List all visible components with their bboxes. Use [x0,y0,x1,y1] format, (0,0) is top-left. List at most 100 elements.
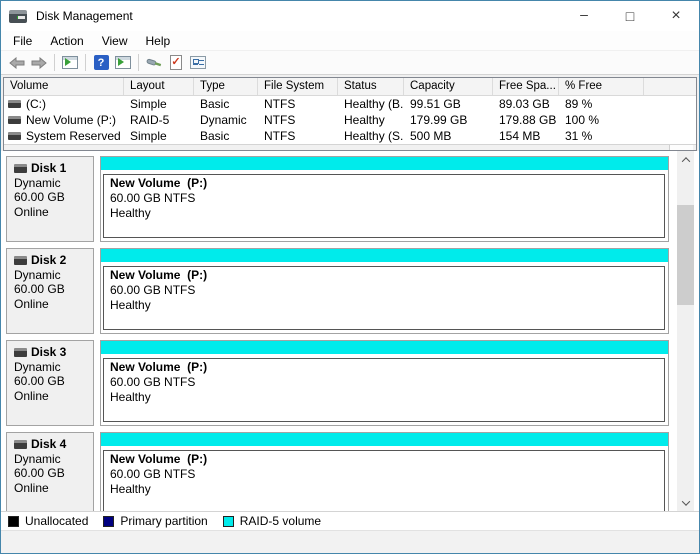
raid5-color-swatch [223,516,234,527]
disk-1-partition[interactable]: New Volume (P:) 60.00 GB NTFS Healthy [100,156,669,242]
partition-status: Healthy [110,390,664,405]
menu-file[interactable]: File [4,33,41,49]
disk-management-window: Disk Management – □ × File Action View H… [0,0,700,554]
legend-bar: Unallocated Primary partition RAID-5 vol… [1,511,699,530]
disk-4-header[interactable]: Disk 4 Dynamic 60.00 GB Online [6,432,94,511]
volume-free-space: 179.88 GB [493,113,559,127]
column-header-type[interactable]: Type [194,78,258,95]
partition-volume-label: New Volume (P:) [110,176,664,191]
disk-status: Online [14,205,93,220]
column-header-volume[interactable]: Volume [4,78,124,95]
help-button[interactable]: ? [90,52,112,73]
raid5-color-band [101,433,668,446]
title-bar[interactable]: Disk Management – □ × [1,1,699,31]
forward-button[interactable] [28,52,50,73]
column-header-status[interactable]: Status [338,78,404,95]
raid5-color-band [101,341,668,354]
disk-icon [14,164,27,173]
show-action-pane-button[interactable] [112,52,134,73]
volume-row-new-volume[interactable]: New Volume (P:) RAID-5 Dynamic NTFS Heal… [4,112,696,128]
scroll-down-button[interactable] [677,494,694,511]
disk-4-partition[interactable]: New Volume (P:) 60.00 GB NTFS Healthy [100,432,669,511]
legend-item-primary-partition: Primary partition [103,514,207,528]
volume-list: Volume Layout Type File System Status Ca… [3,77,697,151]
disk-size: 60.00 GB [14,466,93,481]
volume-layout: Simple [124,129,194,143]
volume-name-cell: (C:) [4,97,124,111]
list-horizontal-scrollbar[interactable] [4,144,696,150]
disk-icon [14,256,27,265]
console-tree-icon [62,56,78,69]
volume-icon [8,132,21,140]
partition-volume-label: New Volume (P:) [110,268,664,283]
disk-view-scrollbar[interactable] [677,151,694,511]
disk-3-partition[interactable]: New Volume (P:) 60.00 GB NTFS Healthy [100,340,669,426]
column-header-layout[interactable]: Layout [124,78,194,95]
close-button[interactable]: × [653,1,699,31]
disk-row-3: Disk 3 Dynamic 60.00 GB Online New Volum… [6,340,669,426]
column-header-free-space[interactable]: Free Spa... [493,78,559,95]
disk-status: Online [14,481,93,496]
disk-2-header[interactable]: Disk 2 Dynamic 60.00 GB Online [6,248,94,334]
disk-icon [14,348,27,357]
raid5-color-band [101,249,668,262]
column-header-capacity[interactable]: Capacity [404,78,493,95]
properties-button[interactable] [187,52,209,73]
partition-info: New Volume (P:) 60.00 GB NTFS Healthy [103,266,665,330]
partition-info: New Volume (P:) 60.00 GB NTFS Healthy [103,450,665,511]
volume-capacity: 500 MB [404,129,493,143]
show-console-tree-button[interactable] [59,52,81,73]
scrollbar-notch [669,145,693,150]
disk-size: 60.00 GB [14,190,93,205]
column-header-pct-free[interactable]: % Free [559,78,644,95]
volume-name: System Reserved [26,129,121,143]
primary-partition-color-swatch [103,516,114,527]
scroll-up-button[interactable] [677,151,694,168]
back-button[interactable] [6,52,28,73]
back-arrow-icon [9,57,25,69]
partition-info: New Volume (P:) 60.00 GB NTFS Healthy [103,358,665,422]
volume-row-c[interactable]: (C:) Simple Basic NTFS Healthy (B... 99.… [4,96,696,112]
help-icon: ? [94,55,109,70]
disk-3-header[interactable]: Disk 3 Dynamic 60.00 GB Online [6,340,94,426]
volume-capacity: 99.51 GB [404,97,493,111]
disk-drive-app-icon [9,10,27,23]
column-header-file-system[interactable]: File System [258,78,338,95]
partition-status: Healthy [110,206,664,221]
window-controls: – □ × [561,1,699,31]
volume-name-cell: New Volume (P:) [4,113,124,127]
volume-type: Basic [194,129,258,143]
forward-arrow-icon [31,57,47,69]
properties-icon [190,56,206,69]
scrollbar-thumb[interactable] [677,205,694,305]
legend-item-raid5-volume: RAID-5 volume [223,514,321,528]
disk-1-header[interactable]: Disk 1 Dynamic 60.00 GB Online [6,156,94,242]
menu-view[interactable]: View [93,33,137,49]
volume-layout: RAID-5 [124,113,194,127]
volume-row-system-reserved[interactable]: System Reserved Simple Basic NTFS Health… [4,128,696,144]
disk-name: Disk 1 [31,161,66,176]
disk-type: Dynamic [14,268,93,283]
minimize-button[interactable]: – [561,1,607,31]
volume-list-header: Volume Layout Type File System Status Ca… [4,78,696,96]
volume-layout: Simple [124,97,194,111]
disk-name: Disk 4 [31,437,66,452]
volume-file-system: NTFS [258,113,338,127]
disk-row-1: Disk 1 Dynamic 60.00 GB Online New Volum… [6,156,669,242]
partition-detail: 60.00 GB NTFS [110,191,664,206]
rescan-disks-button[interactable] [143,52,165,73]
volume-icon [8,116,21,124]
volume-capacity: 179.99 GB [404,113,493,127]
disk-size: 60.00 GB [14,374,93,389]
disk-row-2: Disk 2 Dynamic 60.00 GB Online New Volum… [6,248,669,334]
disk-status: Online [14,297,93,312]
chevron-down-icon [681,497,689,505]
legend-item-unallocated: Unallocated [8,514,88,528]
disk-2-partition[interactable]: New Volume (P:) 60.00 GB NTFS Healthy [100,248,669,334]
check-document-button[interactable]: ✓ [165,52,187,73]
menu-action[interactable]: Action [41,33,92,49]
disk-row-4: Disk 4 Dynamic 60.00 GB Online New Volum… [6,432,669,511]
volume-free-space: 89.03 GB [493,97,559,111]
menu-help[interactable]: Help [137,33,180,49]
maximize-button[interactable]: □ [607,1,653,31]
